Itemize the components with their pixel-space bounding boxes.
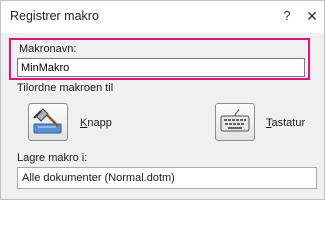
store-macro-value: Alle dokumenter (Normal.dotm) <box>22 172 175 184</box>
assign-macro-label: Tilordne makroen til <box>17 82 114 94</box>
close-button[interactable]: ✕ <box>304 8 320 24</box>
title-bar: Registrer makro ? ✕ <box>1 1 324 33</box>
assign-to-button-button[interactable] <box>28 103 68 141</box>
dialog-title: Registrer makro <box>10 9 99 23</box>
help-button[interactable]: ? <box>279 8 295 24</box>
keyboard-icon <box>220 108 250 132</box>
button-hammer-icon <box>33 108 62 134</box>
store-macro-select[interactable]: Alle dokumenter (Normal.dotm) <box>17 167 317 189</box>
assign-keyboard-label: Tastatur <box>266 117 305 129</box>
macro-name-label: Makronavn: <box>19 43 77 55</box>
assign-to-keyboard-button[interactable] <box>215 103 255 141</box>
macro-name-input[interactable] <box>17 58 305 77</box>
assign-button-label: Knapp <box>80 117 112 129</box>
assign-button-label-rest: napp <box>87 117 112 129</box>
store-macro-label: Lagre makro i: <box>17 152 88 164</box>
assign-keyboard-label-rest: astatur <box>271 117 306 129</box>
